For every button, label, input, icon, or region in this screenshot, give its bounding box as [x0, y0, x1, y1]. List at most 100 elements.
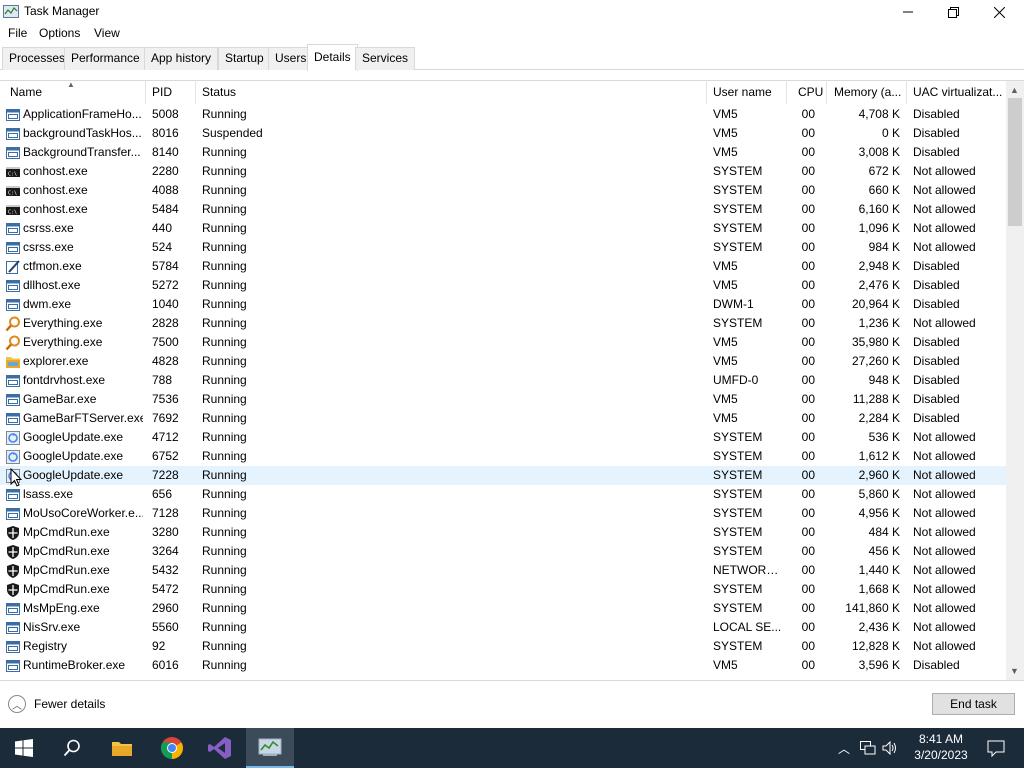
process-pid: 440: [152, 221, 173, 235]
end-task-button[interactable]: End task: [932, 693, 1015, 715]
taskbar-file-explorer[interactable]: [98, 728, 146, 768]
search-button[interactable]: [48, 728, 96, 768]
app-window-icon: [5, 297, 21, 313]
table-row[interactable]: RuntimeBroker.exe 6016 Running VM5 00 3,596 K…: [0, 656, 1006, 675]
column-divider[interactable]: [786, 80, 787, 104]
column-header-name[interactable]: Name: [4, 80, 144, 104]
table-row[interactable]: MpCmdRun.exe 5432 Running NETWORK... 00 1,440…: [0, 561, 1006, 580]
process-pid: 4088: [152, 183, 179, 197]
process-uac: Not allowed: [913, 202, 976, 216]
scroll-up-icon[interactable]: ▲: [1010, 85, 1019, 95]
vertical-scrollbar[interactable]: ▲ ▼: [1006, 81, 1024, 680]
table-row[interactable]: backgroundTaskHos... 8016 Suspended VM5 00 0 …: [0, 124, 1006, 143]
menu-file[interactable]: File: [8, 26, 27, 40]
table-row[interactable]: Registry 92 Running SYSTEM 00 12,828 K Not all…: [0, 637, 1006, 656]
tab-details[interactable]: Details: [307, 44, 358, 71]
table-row[interactable]: GameBarFTServer.exe 7692 Running VM5 00 2,284…: [0, 409, 1006, 428]
magnifier-icon: [5, 335, 21, 351]
process-name: MpCmdRun.exe: [23, 525, 110, 539]
taskbar-task-manager[interactable]: [246, 728, 294, 768]
menu-view[interactable]: View: [94, 26, 120, 40]
tab-services[interactable]: Services: [355, 47, 416, 70]
process-cpu: 00: [801, 582, 815, 596]
menu-options[interactable]: Options: [39, 26, 80, 40]
table-row[interactable]: C:\ conhost.exe 2280 Running SYSTEM 00 672 K No…: [0, 162, 1006, 181]
process-memory: 5,860 K: [858, 487, 900, 501]
minimize-button[interactable]: [885, 0, 931, 24]
process-name: MpCmdRun.exe: [23, 582, 110, 596]
tab-processes[interactable]: Processes: [2, 47, 73, 70]
scroll-down-icon[interactable]: ▼: [1010, 666, 1019, 676]
column-header-memory[interactable]: Memory (a...: [828, 80, 904, 104]
process-memory: 1,236 K: [858, 316, 900, 330]
process-name: Registry: [23, 639, 68, 653]
process-pid: 4828: [152, 354, 179, 368]
tab-app-history[interactable]: App history: [144, 47, 219, 70]
process-cpu: 00: [801, 259, 815, 273]
column-header-uac[interactable]: UAC virtualizat...: [907, 80, 1005, 104]
column-header-status[interactable]: Status: [196, 80, 704, 104]
table-row[interactable]: NisSrv.exe 5560 Running LOCAL SE... 00 2,436 …: [0, 618, 1006, 637]
column-header-user[interactable]: User name: [707, 80, 785, 104]
table-row[interactable]: dwm.exe 1040 Running DWM-1 00 20,964 K Disable…: [0, 295, 1006, 314]
process-uac: Not allowed: [913, 468, 976, 482]
volume-icon[interactable]: [882, 741, 898, 755]
notifications-button[interactable]: [976, 728, 1016, 768]
process-name: Everything.exe: [23, 335, 103, 349]
tab-performance[interactable]: Performance: [64, 47, 147, 70]
taskbar-chrome[interactable]: [148, 728, 196, 768]
process-user: SYSTEM: [713, 183, 763, 197]
process-name: GoogleUpdate.exe: [23, 430, 124, 444]
folder-icon: [112, 742, 132, 756]
process-user: VM5: [713, 658, 738, 672]
table-row[interactable]: fontdrvhost.exe 788 Running UMFD-0 00 948 K Di…: [0, 371, 1006, 390]
taskbar-clock[interactable]: 8:41 AM 3/20/2023: [906, 731, 976, 763]
process-pid: 5484: [152, 202, 179, 216]
tab-startup[interactable]: Startup: [218, 47, 271, 70]
table-row[interactable]: C:\ conhost.exe 4088 Running SYSTEM 00 660 K No…: [0, 181, 1006, 200]
table-row[interactable]: C:\ conhost.exe 5484 Running SYSTEM 00 6,160 K…: [0, 200, 1006, 219]
table-row[interactable]: MpCmdRun.exe 3264 Running SYSTEM 00 456 K Not …: [0, 542, 1006, 561]
table-row[interactable]: MpCmdRun.exe 5472 Running SYSTEM 00 1,668 K No…: [0, 580, 1006, 599]
column-header-cpu[interactable]: CPU: [792, 80, 828, 104]
table-row[interactable]: MoUsoCoreWorker.e... 7128 Running SYSTEM 00 4…: [0, 504, 1006, 523]
table-row[interactable]: dllhost.exe 5272 Running VM5 00 2,476 K Disabl…: [0, 276, 1006, 295]
network-icon[interactable]: [860, 741, 876, 755]
fewer-details-button[interactable]: ︿ Fewer details: [8, 695, 105, 713]
table-row[interactable]: GameBar.exe 7536 Running VM5 00 11,288 K Disab…: [0, 390, 1006, 409]
process-cpu: 00: [801, 601, 815, 615]
table-row[interactable]: MpCmdRun.exe 3280 Running SYSTEM 00 484 K Not …: [0, 523, 1006, 542]
console-icon: C:\: [5, 183, 21, 199]
close-button[interactable]: [976, 0, 1022, 24]
google-update-icon: [5, 449, 21, 465]
table-row[interactable]: MsMpEng.exe 2960 Running SYSTEM 00 141,860 K N…: [0, 599, 1006, 618]
table-row[interactable]: lsass.exe 656 Running SYSTEM 00 5,860 K Not al…: [0, 485, 1006, 504]
scrollbar-thumb[interactable]: [1008, 98, 1022, 226]
table-row[interactable]: explorer.exe 4828 Running VM5 00 27,260 K Disa…: [0, 352, 1006, 371]
column-header-pid[interactable]: PID: [146, 80, 194, 104]
visual-studio-icon: [208, 737, 231, 759]
start-button[interactable]: [0, 728, 48, 768]
column-divider[interactable]: [826, 80, 827, 104]
process-uac: Disabled: [913, 145, 960, 159]
table-row[interactable]: GoogleUpdate.exe 4712 Running SYSTEM 00 536 K…: [0, 428, 1006, 447]
table-row[interactable]: ApplicationFrameHo... 5008 Running VM5 00 4,7…: [0, 105, 1006, 124]
table-row[interactable]: BackgroundTransfer... 8140 Running VM5 00 3,0…: [0, 143, 1006, 162]
process-pid: 3264: [152, 544, 179, 558]
process-cpu: 00: [801, 107, 815, 121]
restore-button[interactable]: [930, 0, 976, 24]
taskbar-visual-studio[interactable]: [196, 728, 244, 768]
table-row[interactable]: GoogleUpdate.exe 7228 Running SYSTEM 00 2,960…: [0, 466, 1006, 485]
chevron-up-icon[interactable]: ︿: [838, 740, 850, 757]
table-row[interactable]: GoogleUpdate.exe 6752 Running SYSTEM 00 1,612…: [0, 447, 1006, 466]
table-row[interactable]: ctfmon.exe 5784 Running VM5 00 2,948 K Disable…: [0, 257, 1006, 276]
process-memory: 456 K: [868, 544, 900, 558]
task-manager-icon: [3, 5, 19, 18]
process-user: VM5: [713, 335, 738, 349]
process-memory: 1,612 K: [858, 449, 900, 463]
table-row[interactable]: Everything.exe 2828 Running SYSTEM 00 1,236 K…: [0, 314, 1006, 333]
process-memory: 11,288 K: [852, 392, 900, 406]
table-row[interactable]: csrss.exe 440 Running SYSTEM 00 1,096 K Not al…: [0, 219, 1006, 238]
table-row[interactable]: Everything.exe 7500 Running VM5 00 35,980 K Di…: [0, 333, 1006, 352]
table-row[interactable]: csrss.exe 524 Running SYSTEM 00 984 K Not allo…: [0, 238, 1006, 257]
